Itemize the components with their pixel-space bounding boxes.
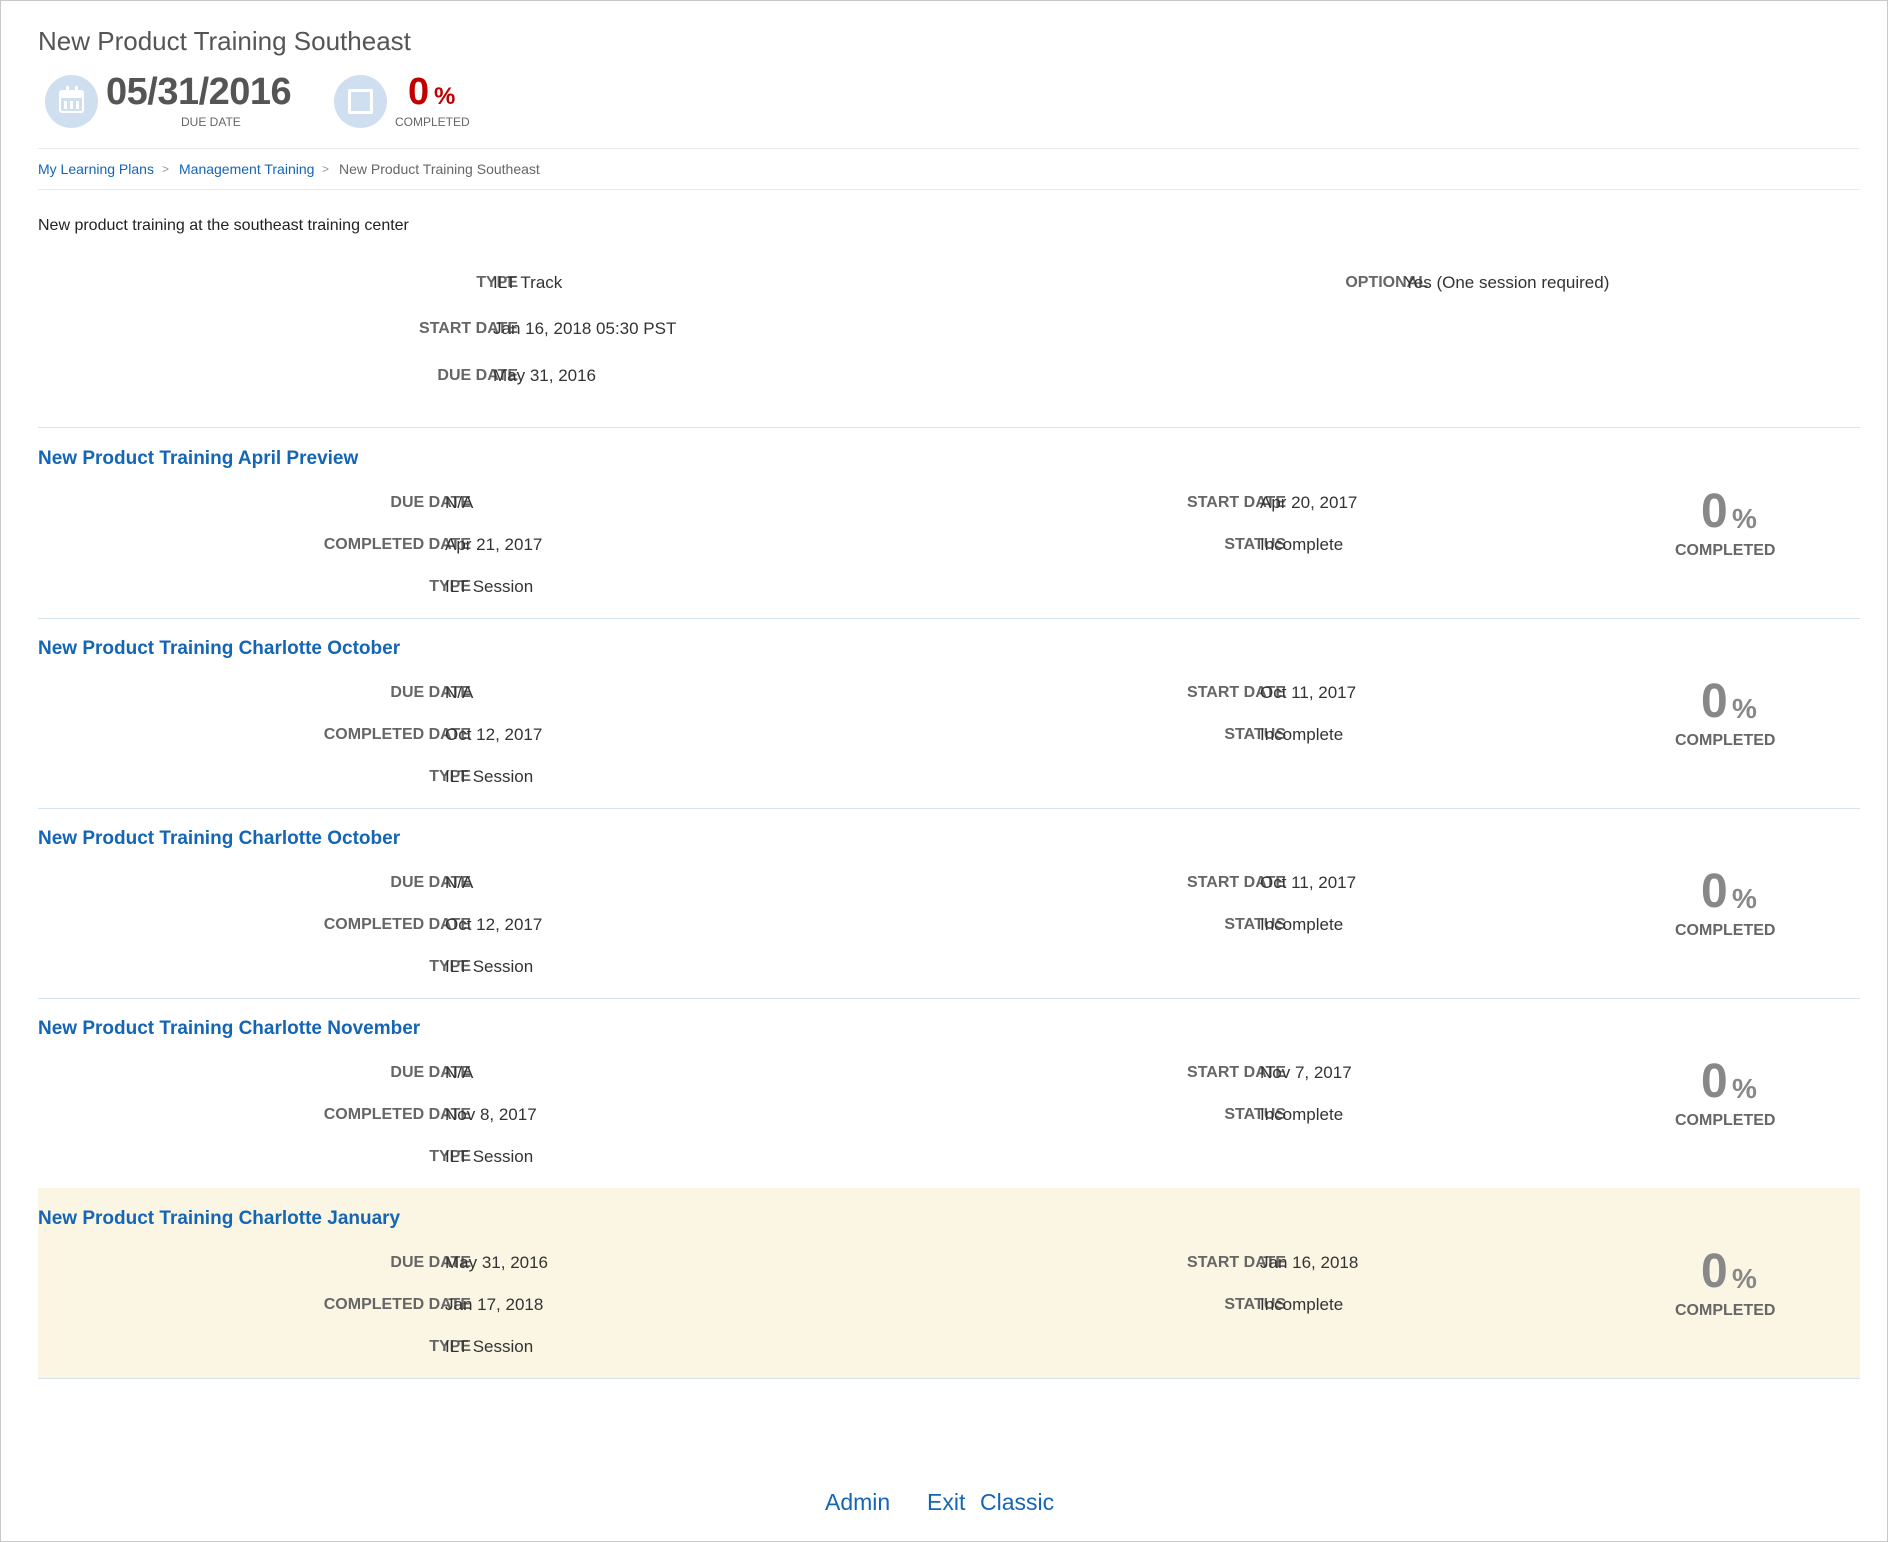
session-percent-caption: COMPLETED <box>1675 542 1776 559</box>
session-title-link[interactable]: New Product Training April Preview <box>38 448 358 470</box>
session-percent-caption: COMPLETED <box>1675 1302 1776 1319</box>
due-date-value: 05/31/2016 <box>106 71 292 113</box>
completion-caption: COMPLETED <box>395 115 470 129</box>
checkbox-square-icon <box>334 75 387 128</box>
session-title-link[interactable]: New Product Training Charlotte October <box>38 638 400 660</box>
calendar-icon <box>45 75 98 128</box>
session-completed-date-value: Apr 21, 2017 <box>445 535 543 554</box>
session-type-value: ILT Session <box>445 767 534 786</box>
session-start-date-value: Nov 7, 2017 <box>1260 1063 1352 1082</box>
type-value: ILT Track <box>493 273 563 292</box>
session-percent-caption: COMPLETED <box>1675 732 1776 749</box>
session-due-date-value: N/A <box>445 873 474 892</box>
session-percent-caption: COMPLETED <box>1675 1112 1776 1129</box>
breadcrumb-current: New Product Training Southeast <box>339 161 540 177</box>
session-percent-unit: % <box>1732 1073 1757 1104</box>
completion-value: 0 <box>408 71 430 113</box>
session-percent-value: 0 <box>1701 675 1728 728</box>
due-date-caption: DUE DATE <box>181 115 241 129</box>
session-title-link[interactable]: New Product Training Charlotte November <box>38 1018 420 1040</box>
session-card: New Product Training April Preview DUE DA… <box>38 428 1860 618</box>
header-divider <box>38 148 1860 149</box>
session-percent-value: 0 <box>1701 485 1728 538</box>
breadcrumb-separator: > <box>162 162 170 176</box>
session-completed-date-value: Jan 17, 2018 <box>445 1295 544 1314</box>
page-title: New Product Training Southeast <box>38 26 411 56</box>
session-type-value: ILT Session <box>445 1147 534 1166</box>
completion-unit: % <box>434 83 456 110</box>
session-percent-value: 0 <box>1701 1055 1728 1108</box>
classic-link[interactable]: Classic <box>980 1489 1054 1516</box>
session-start-date-value: Jan 16, 2018 <box>1260 1253 1359 1272</box>
breadcrumb-my-learning-plans[interactable]: My Learning Plans <box>38 161 154 177</box>
session-type-value: ILT Session <box>445 1337 534 1356</box>
exit-link[interactable]: Exit <box>927 1489 965 1516</box>
start-date-value: Jan 16, 2018 05:30 PST <box>493 319 677 338</box>
session-completed-date-value: Nov 8, 2017 <box>445 1105 537 1124</box>
session-start-date-value: Oct 11, 2017 <box>1260 873 1357 892</box>
session-card: New Product Training Charlotte November D… <box>38 998 1860 1188</box>
session-status-value: Incomplete <box>1260 535 1344 554</box>
breadcrumb-separator: > <box>322 162 330 176</box>
session-due-date-value: N/A <box>445 1063 474 1082</box>
session-title-link[interactable]: New Product Training Charlotte January <box>38 1208 400 1230</box>
session-type-value: ILT Session <box>445 957 534 976</box>
session-percent-unit: % <box>1732 883 1757 914</box>
session-status-value: Incomplete <box>1260 1295 1344 1314</box>
optional-value: Yes (One session required) <box>1404 273 1610 292</box>
breadcrumb-divider <box>38 189 1860 190</box>
session-start-date-value: Oct 11, 2017 <box>1260 683 1357 702</box>
session-card: New Product Training Charlotte October DU… <box>38 808 1860 998</box>
session-due-date-value: May 31, 2016 <box>445 1253 549 1272</box>
session-percent-value: 0 <box>1701 1245 1728 1298</box>
session-card: New Product Training Charlotte January DU… <box>38 1188 1860 1378</box>
page-frame: New Product Training Southeast 05/31/201… <box>0 0 1888 1542</box>
session-card: New Product Training Charlotte October DU… <box>38 618 1860 808</box>
session-due-date-value: N/A <box>445 683 474 702</box>
session-type-value: ILT Session <box>445 577 534 596</box>
session-status-value: Incomplete <box>1260 1105 1344 1124</box>
session-percent-caption: COMPLETED <box>1675 922 1776 939</box>
session-percent-value: 0 <box>1701 865 1728 918</box>
plan-description: New product training at the southeast tr… <box>38 217 409 234</box>
session-start-date-value: Apr 20, 2017 <box>1260 493 1358 512</box>
session-percent-unit: % <box>1732 693 1757 724</box>
session-status-value: Incomplete <box>1260 915 1344 934</box>
section-divider <box>38 1378 1860 1379</box>
session-status-value: Incomplete <box>1260 725 1344 744</box>
session-title-link[interactable]: New Product Training Charlotte October <box>38 828 400 850</box>
breadcrumb-management-training[interactable]: Management Training <box>179 161 314 177</box>
session-percent-unit: % <box>1732 1263 1757 1294</box>
session-due-date-value: N/A <box>445 493 474 512</box>
due-date-detail-value: May 31, 2016 <box>493 366 597 385</box>
session-completed-date-value: Oct 12, 2017 <box>445 725 543 744</box>
session-completed-date-value: Oct 12, 2017 <box>445 915 543 934</box>
session-percent-unit: % <box>1732 503 1757 534</box>
admin-link[interactable]: Admin <box>825 1489 890 1516</box>
